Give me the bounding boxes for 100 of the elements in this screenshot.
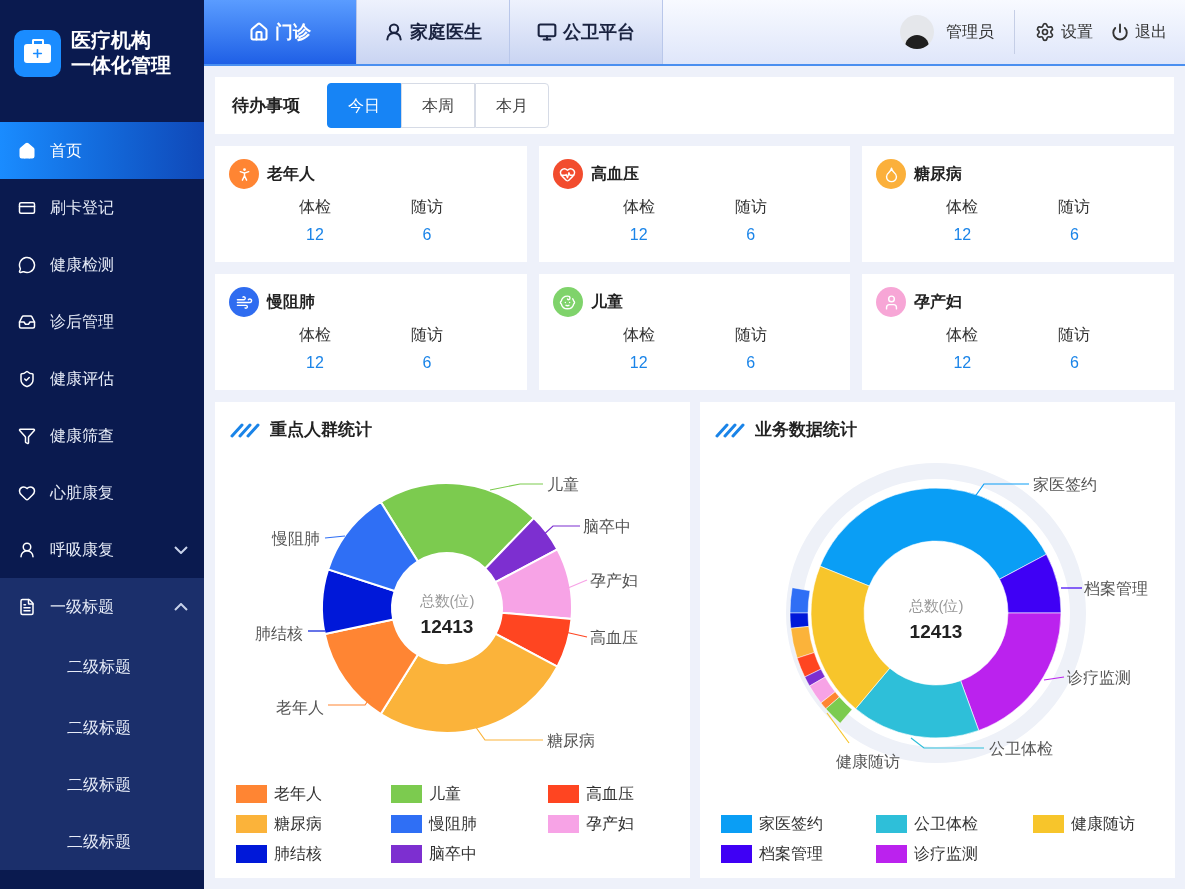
- group-title: 老年人: [267, 164, 315, 184]
- brand-title: 医疗机构: [71, 28, 152, 53]
- callout-label: 糖尿病: [547, 732, 595, 749]
- stat-label: 体检: [299, 325, 331, 345]
- stat-label: 体检: [946, 197, 979, 217]
- stat-value: 6: [422, 353, 432, 373]
- legend-label: 肺结核: [274, 844, 322, 864]
- center-label: 总数(位): [908, 597, 964, 614]
- callout-label: 孕产妇: [590, 572, 638, 589]
- user-name: 管理员: [946, 22, 994, 42]
- stat-label: 体检: [946, 325, 979, 345]
- callout-label: 家医签约: [1033, 476, 1097, 493]
- stat-value: 12: [953, 353, 972, 373]
- chat-icon: [18, 255, 36, 274]
- period-tab[interactable]: 本周: [401, 83, 475, 128]
- callout-label: 慢阻肺: [272, 530, 320, 547]
- sidebar-subitem[interactable]: 二级标题: [0, 813, 204, 870]
- callout-label: 公卫体检: [989, 740, 1053, 757]
- todo-title: 待办事项: [232, 94, 300, 117]
- medical-kit-logo-icon: [14, 29, 61, 77]
- group-title: 儿童: [590, 292, 623, 312]
- slash-marks-icon: [230, 422, 260, 438]
- sidebar-item[interactable]: 健康检测: [0, 236, 204, 293]
- settings-button[interactable]: 设置: [1035, 20, 1093, 44]
- filter-icon: [18, 426, 36, 445]
- logout-button[interactable]: 退出: [1111, 20, 1167, 44]
- leader-line: [567, 579, 588, 589]
- center-label: 总数(位): [419, 592, 475, 609]
- slash-marks-icon: [715, 422, 745, 438]
- total-value: 12413: [909, 621, 963, 642]
- stat-value: 12: [306, 353, 324, 373]
- stat-label: 随访: [411, 325, 443, 345]
- stat-value: 12: [629, 353, 648, 373]
- legend-label: 档案管理: [759, 844, 823, 864]
- stat-label: 随访: [734, 197, 767, 217]
- callout-label: 老年人: [276, 699, 324, 716]
- brand-title: 一体化管理: [71, 53, 171, 78]
- leader-line: [973, 483, 1030, 499]
- stat-value: 6: [422, 225, 432, 245]
- sidebar-item[interactable]: 诊后管理: [0, 293, 204, 350]
- stat-label: 随访: [734, 325, 767, 345]
- leader-line: [826, 712, 850, 744]
- group-title: 孕产妇: [914, 292, 963, 312]
- stat-label: 随访: [1058, 325, 1091, 345]
- callout-label: 肺结核: [255, 625, 303, 642]
- monitor-icon: [537, 22, 557, 42]
- sidebar-subitem[interactable]: 二级标题: [0, 635, 204, 699]
- stat-label: 体检: [299, 197, 331, 217]
- top-tab[interactable]: 公卫平台: [510, 0, 663, 64]
- stat-label: 随访: [411, 197, 443, 217]
- legend-label: 儿童: [429, 784, 461, 804]
- power-icon: [1111, 23, 1129, 41]
- sidebar-subitem[interactable]: 二级标题: [0, 699, 204, 756]
- head-icon: [18, 540, 36, 559]
- doctor-icon: [384, 22, 404, 42]
- sidebar-item[interactable]: 健康评估: [0, 350, 204, 407]
- legend-label: 脑卒中: [429, 844, 477, 864]
- legend-label: 家医签约: [759, 814, 823, 834]
- period-tab[interactable]: 今日: [327, 83, 401, 128]
- legend-label: 老年人: [274, 784, 322, 804]
- stat-value: 6: [746, 225, 756, 245]
- chart-title: 业务数据统计: [755, 419, 857, 442]
- stat-value: 6: [1069, 225, 1079, 245]
- sidebar-item[interactable]: 呼吸康复: [0, 521, 204, 578]
- stat-label: 随访: [1058, 197, 1091, 217]
- legend-label: 诊疗监测: [914, 844, 978, 864]
- group-title: 糖尿病: [914, 164, 963, 184]
- house-icon: [249, 22, 269, 42]
- leader-line: [1060, 587, 1083, 589]
- callout-label: 诊疗监测: [1067, 669, 1131, 686]
- leader-line: [489, 483, 544, 491]
- legend-label: 高血压: [586, 784, 634, 804]
- heart-icon: [18, 483, 36, 502]
- top-tab[interactable]: 家庭医生: [357, 0, 510, 64]
- total-value: 12413: [420, 616, 474, 637]
- legend-label: 慢阻肺: [429, 814, 477, 834]
- sidebar-subitem[interactable]: 二级标题: [0, 756, 204, 813]
- sidebar-item[interactable]: 刷卡登记: [0, 179, 204, 236]
- legend-label: 孕产妇: [586, 814, 634, 834]
- shield-icon: [18, 369, 36, 388]
- callout-label: 高血压: [590, 629, 638, 646]
- legend-label: 公卫体检: [914, 814, 978, 834]
- sidebar-item[interactable]: 首页: [0, 122, 204, 179]
- leader-line: [1043, 676, 1065, 681]
- stat-value: 6: [746, 353, 756, 373]
- group-title: 高血压: [590, 164, 639, 184]
- stat-value: 6: [1069, 353, 1079, 373]
- home-icon: [18, 141, 36, 160]
- tray-icon: [18, 312, 36, 331]
- leader-line: [474, 725, 544, 741]
- stat-label: 体检: [622, 325, 655, 345]
- callout-label: 脑卒中: [583, 518, 631, 535]
- top-tab[interactable]: 门诊: [204, 0, 357, 64]
- chart-title: 重点人群统计: [270, 419, 372, 442]
- period-tab[interactable]: 本月: [475, 83, 549, 128]
- leader-line: [307, 630, 326, 632]
- sidebar-item[interactable]: 心脏康复: [0, 464, 204, 521]
- sidebar-item[interactable]: 健康筛查: [0, 407, 204, 464]
- document-icon: [18, 597, 36, 616]
- sidebar-item[interactable]: 一级标题: [0, 578, 204, 635]
